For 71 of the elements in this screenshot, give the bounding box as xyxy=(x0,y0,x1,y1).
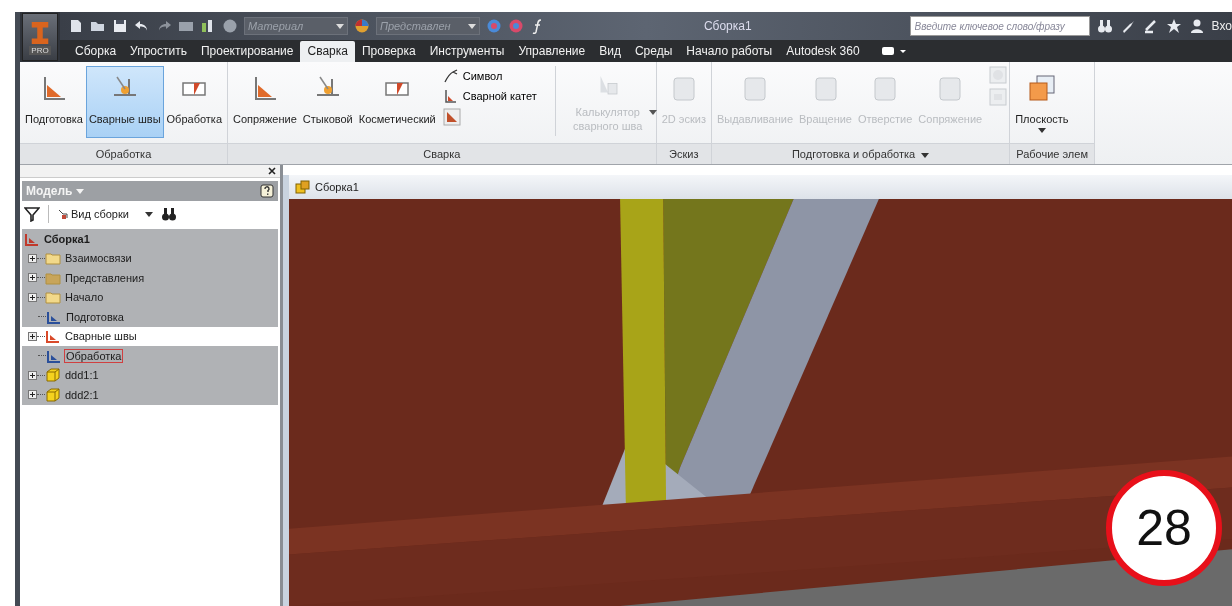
tree-item[interactable]: Начало xyxy=(63,290,106,305)
tree-item[interactable]: ddd1:1 xyxy=(63,368,101,383)
tree-node-icon xyxy=(45,328,61,345)
caret-icon[interactable] xyxy=(921,153,930,158)
tree-item[interactable]: Подготовка xyxy=(64,309,126,324)
new-file-icon[interactable] xyxy=(68,18,84,34)
ribbon-button[interactable]: Стыковой xyxy=(299,66,356,138)
binoculars-icon[interactable] xyxy=(160,206,177,222)
ribbon-small-button[interactable]: Символ xyxy=(442,68,537,84)
ribbon-button[interactable]: Косметический xyxy=(355,66,439,138)
ribbon-small-button[interactable]: Сварной катет xyxy=(442,88,537,104)
tree-item[interactable]: Обработка xyxy=(64,348,124,363)
ribbon-tab[interactable]: Инструменты xyxy=(422,41,512,62)
assembly-icon xyxy=(295,179,311,195)
expand-icon[interactable] xyxy=(28,331,37,341)
ribbon-button[interactable]: Сварные швы xyxy=(85,66,164,138)
weld-icon xyxy=(442,88,459,104)
ribbon-tab[interactable]: Управление xyxy=(511,41,593,62)
expand-icon[interactable] xyxy=(28,370,37,380)
ribbon-tab[interactable]: Начало работы xyxy=(679,41,780,62)
color-ball-icon[interactable] xyxy=(508,18,524,34)
edition-label: PRO xyxy=(29,45,51,55)
logo-icon xyxy=(29,19,51,46)
expand-icon[interactable] xyxy=(28,390,37,400)
expand-icon[interactable] xyxy=(28,253,37,263)
ribbon-tab[interactable]: Сварка xyxy=(300,41,355,62)
ribbon-button[interactable]: Обработка xyxy=(163,66,226,138)
ribbon-tab[interactable]: Autodesk 360 xyxy=(779,41,867,62)
tree-item[interactable]: Сборка1 xyxy=(42,231,92,246)
cube-icon xyxy=(45,386,61,403)
tree-item[interactable]: Сварные швы xyxy=(63,329,139,344)
star-icon[interactable] xyxy=(1165,18,1182,34)
color-ball-icon[interactable] xyxy=(354,18,370,34)
ribbon-button[interactable]: Сопряжение xyxy=(230,66,300,138)
document-tab[interactable]: Сборка1 xyxy=(315,181,359,193)
sign-in-link[interactable]: Вхо xyxy=(1211,19,1232,33)
assembly-view-icon xyxy=(57,208,69,220)
panel-label: Обработка xyxy=(95,148,152,160)
binoculars-icon[interactable] xyxy=(1096,18,1113,34)
ribbon-tab[interactable]: Упростить xyxy=(123,41,194,62)
ribbon-tab[interactable]: Проверка xyxy=(354,41,423,62)
panel-label: Рабочие элем xyxy=(1016,148,1088,160)
ribbon-button[interactable]: Плоскость xyxy=(1012,66,1072,138)
caret-icon[interactable] xyxy=(144,211,153,217)
help-icon[interactable] xyxy=(260,184,274,198)
folder-icon xyxy=(45,250,61,267)
ribbon-tab[interactable]: Проектирование xyxy=(193,41,301,62)
ribbon-button[interactable]: Подготовка xyxy=(22,66,86,138)
search-field[interactable]: Введите ключевое слово/фразу xyxy=(909,16,1090,36)
close-icon[interactable] xyxy=(268,167,276,175)
user-icon[interactable] xyxy=(1188,18,1205,34)
filter-icon[interactable] xyxy=(24,206,40,222)
ribbon-tab[interactable]: Сборка xyxy=(68,41,124,62)
caret-icon[interactable] xyxy=(1037,128,1046,133)
folder-icon xyxy=(45,289,61,306)
weld-bead-icon[interactable] xyxy=(442,108,461,126)
expand-icon[interactable] xyxy=(28,292,37,302)
app-menu-button[interactable]: PRO xyxy=(22,13,58,61)
ribbon-tab[interactable]: Среды xyxy=(627,41,680,62)
color-ball-icon[interactable] xyxy=(486,18,502,34)
cube-icon xyxy=(45,367,61,384)
panel-label: Сварка xyxy=(423,148,461,160)
window-title: Сборка1 xyxy=(702,19,753,33)
ribbon-tab[interactable]: Вид xyxy=(592,41,628,62)
video-dropdown-icon[interactable] xyxy=(880,45,907,57)
save-icon[interactable] xyxy=(112,18,128,34)
view-dropdown[interactable]: Вид сборки xyxy=(71,208,129,220)
panel-label: Эскиз xyxy=(669,148,699,160)
tree-item[interactable]: ddd2:1 xyxy=(63,387,101,402)
symbol-icon xyxy=(442,68,459,84)
expand-icon[interactable] xyxy=(28,273,37,283)
